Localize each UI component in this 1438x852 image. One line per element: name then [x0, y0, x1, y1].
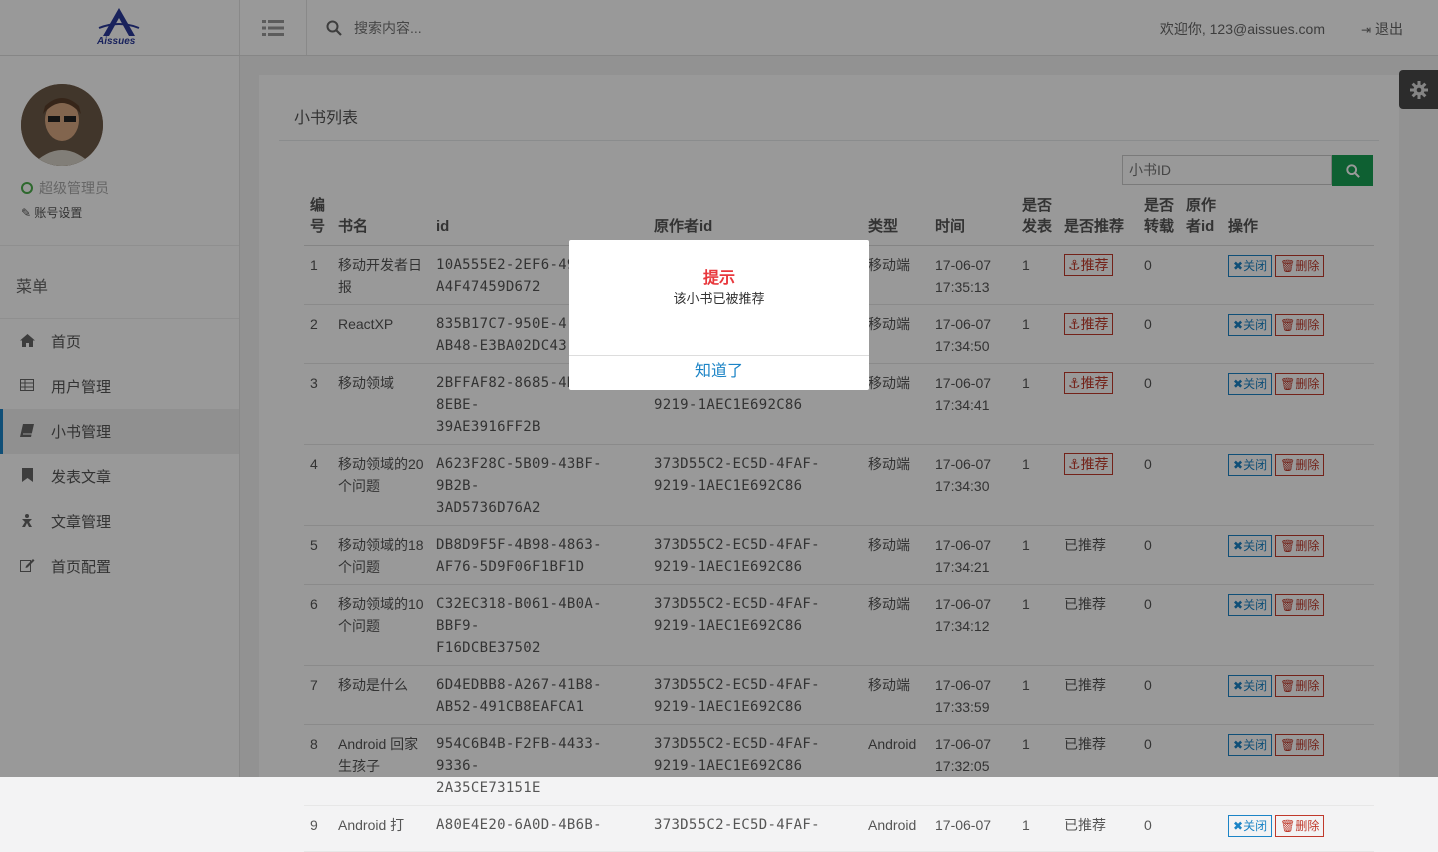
cell-id: A80E4E20-6A0D-4B6B- — [430, 805, 648, 852]
cell-no: 9 — [304, 805, 332, 852]
dialog-ok-button[interactable]: 知道了 — [569, 356, 869, 390]
dialog-title: 提示 — [702, 270, 735, 287]
cell-published: 1 — [1016, 805, 1058, 852]
cell-name: Android 打 — [332, 805, 430, 852]
delete-book-button[interactable]: 🗑删除 — [1275, 815, 1325, 837]
cell-actions: ✖关闭 🗑删除 — [1222, 805, 1374, 852]
trash-icon: 🗑 — [1280, 819, 1296, 833]
cell-time: 17-06-07 — [929, 805, 1016, 852]
cell-recommend: 已推荐 — [1058, 805, 1138, 852]
close-book-button[interactable]: ✖关闭 — [1228, 815, 1273, 837]
alert-dialog: 提示 该小书已被推荐 知道了 — [569, 240, 869, 390]
cell-original-author — [1180, 805, 1222, 852]
x-icon: ✖ — [1233, 819, 1244, 833]
table-row: 9 Android 打 A80E4E20-6A0D-4B6B- 373D55C2… — [304, 805, 1374, 852]
cell-repost: 0 — [1138, 805, 1180, 852]
cell-author-id: 373D55C2-EC5D-4FAF- — [648, 805, 862, 852]
cell-type: Android — [862, 805, 929, 852]
dialog-message: 该小书已被推荐 — [673, 291, 765, 306]
recommended-status: 已推荐 — [1064, 817, 1106, 833]
